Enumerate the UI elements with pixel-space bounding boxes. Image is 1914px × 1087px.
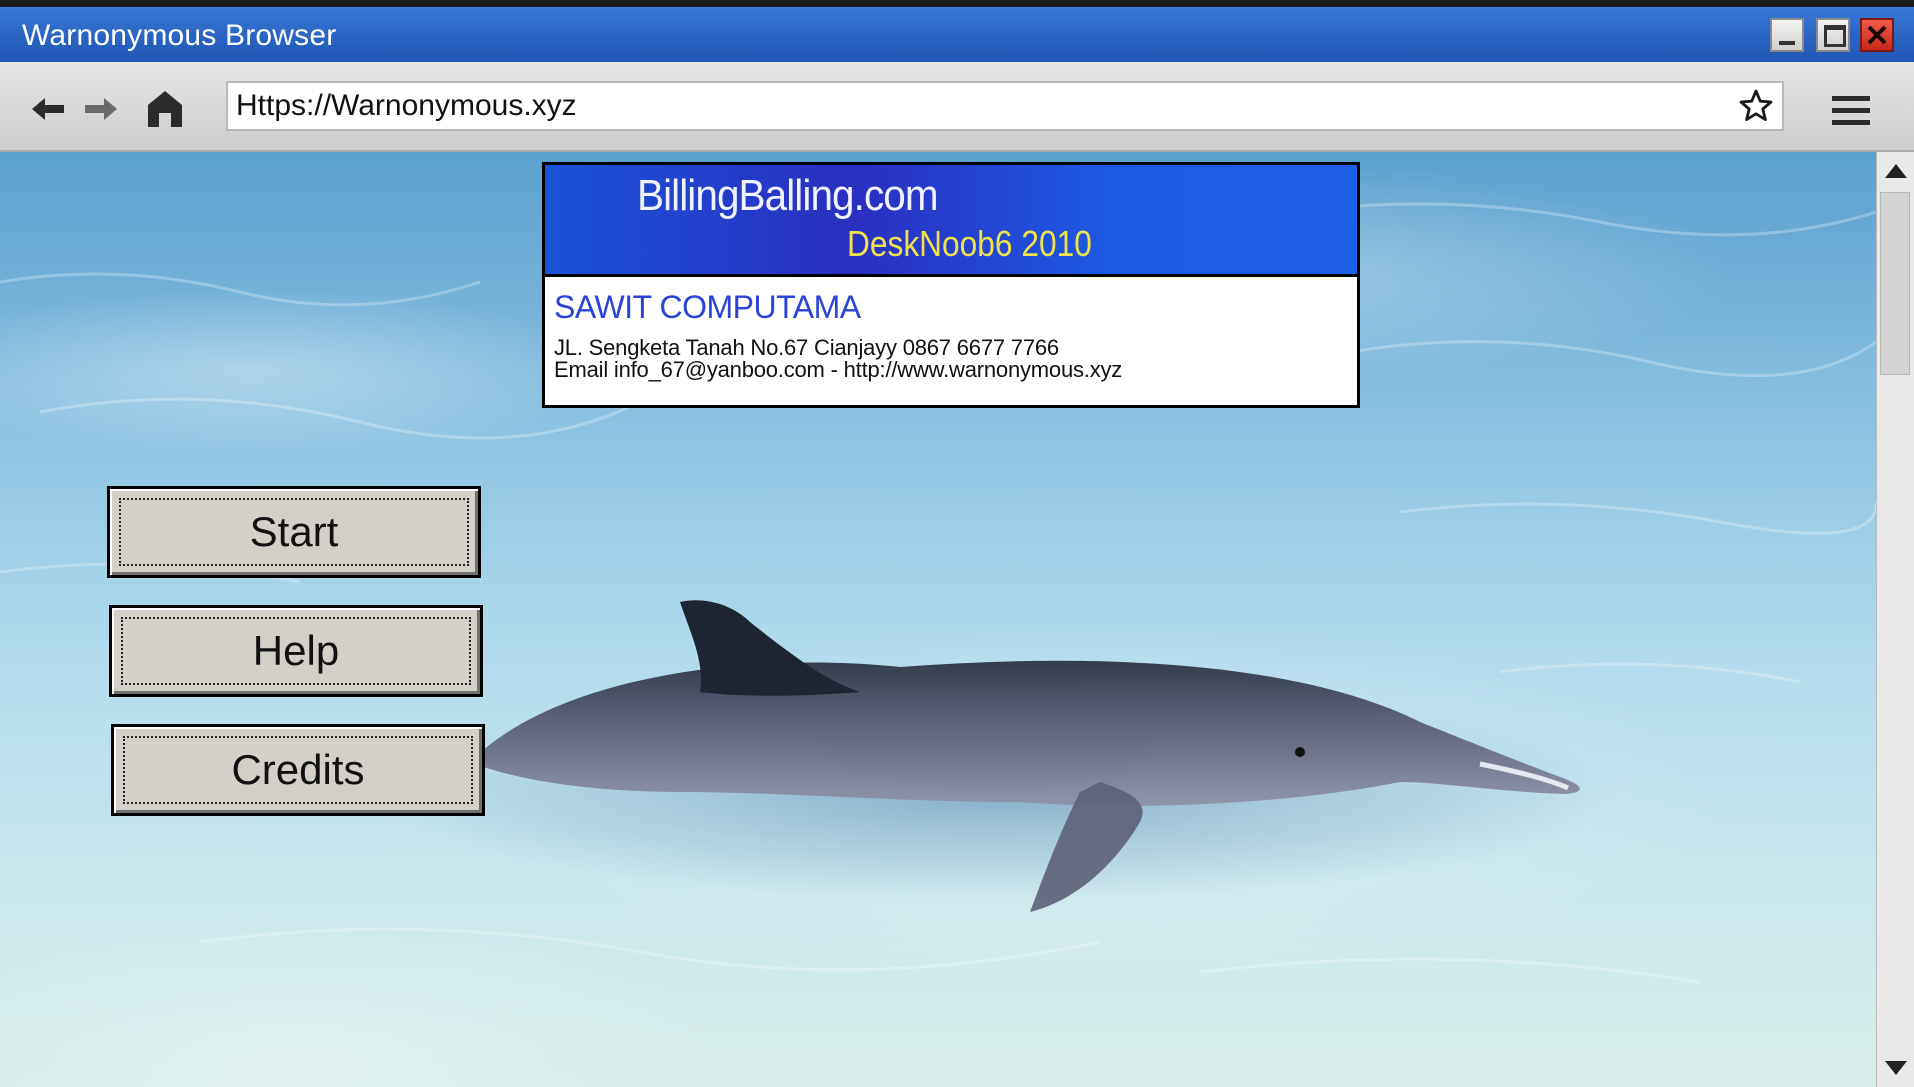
- back-arrow-icon[interactable]: [30, 96, 66, 122]
- hamburger-menu-icon[interactable]: [1832, 96, 1870, 126]
- banner-title: BillingBalling.com: [637, 171, 939, 220]
- browser-window: Warnonymous Browser Https://Warnonymous.…: [0, 7, 1914, 1087]
- banner-header: BillingBalling.com DeskNoob6 2010: [545, 165, 1357, 277]
- credits-button-label: Credits: [231, 746, 365, 793]
- window-title: Warnonymous Browser: [22, 19, 337, 52]
- start-button-label: Start: [249, 508, 339, 555]
- help-button-label: Help: [252, 627, 340, 674]
- start-button[interactable]: Start: [107, 486, 481, 578]
- home-icon[interactable]: [146, 89, 184, 129]
- navigation-toolbar: [0, 62, 1914, 152]
- vertical-scrollbar[interactable]: [1876, 152, 1914, 1087]
- scroll-up-arrow-icon[interactable]: [1877, 152, 1914, 188]
- title-bar[interactable]: Warnonymous Browser: [0, 7, 1914, 62]
- minimize-button[interactable]: [1770, 18, 1804, 52]
- scroll-down-arrow-icon[interactable]: [1877, 1051, 1914, 1087]
- banner-subtitle: DeskNoob6 2010: [847, 223, 1092, 264]
- address-bar[interactable]: [226, 81, 1784, 131]
- bookmark-star-icon[interactable]: [1738, 88, 1774, 124]
- maximize-button[interactable]: [1816, 18, 1850, 52]
- company-name: SAWIT COMPUTAMA: [554, 289, 861, 325]
- close-icon: [1867, 25, 1887, 45]
- credits-button[interactable]: Credits: [111, 724, 485, 816]
- page-content: BillingBalling.com DeskNoob6 2010 SAWIT …: [0, 152, 1876, 1087]
- forward-arrow-icon[interactable]: [83, 96, 119, 122]
- app-banner: BillingBalling.com DeskNoob6 2010 SAWIT …: [542, 162, 1360, 408]
- company-contact: Email info_67@yanboo.com - http://www.wa…: [554, 357, 1123, 382]
- help-button[interactable]: Help: [109, 605, 483, 697]
- url-input[interactable]: [236, 83, 1696, 129]
- close-button[interactable]: [1860, 18, 1894, 52]
- scrollbar-thumb[interactable]: [1880, 192, 1910, 375]
